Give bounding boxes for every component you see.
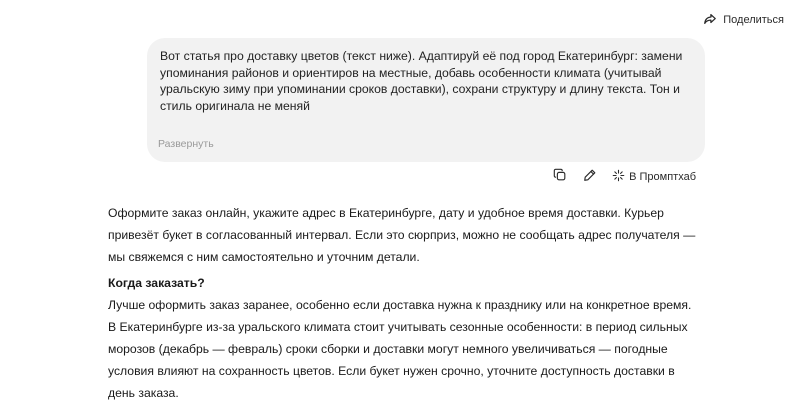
user-message-text: Вот статья про доставку цветов (текст ни…: [160, 49, 683, 113]
copy-icon: [553, 168, 567, 187]
sparkle-icon: [612, 169, 625, 185]
answer-heading: Когда заказать?: [108, 276, 205, 290]
promptbub-label: В Промптхаб: [629, 171, 696, 183]
copy-button[interactable]: [552, 168, 568, 187]
promptbub-button[interactable]: В Промптхаб: [612, 169, 696, 185]
expand-button[interactable]: Развернуть: [158, 138, 214, 150]
edit-button[interactable]: [582, 169, 598, 185]
answer-paragraph: Лучше оформить заказ заранее, особенно е…: [108, 298, 692, 400]
user-message-bubble: Вот статья про доставку цветов (текст ни…: [147, 38, 705, 162]
share-icon: [703, 12, 717, 29]
share-button[interactable]: Поделиться: [695, 8, 792, 32]
chat-page: Поделиться Вот статья про доставку цвето…: [0, 0, 800, 402]
pencil-icon: [583, 168, 597, 187]
message-actions: В Промптхаб: [552, 168, 696, 187]
assistant-answer: Оформите заказ онлайн, укажите адрес в Е…: [108, 202, 698, 402]
share-label: Поделиться: [723, 14, 784, 26]
answer-paragraph: Оформите заказ онлайн, укажите адрес в Е…: [108, 206, 696, 264]
